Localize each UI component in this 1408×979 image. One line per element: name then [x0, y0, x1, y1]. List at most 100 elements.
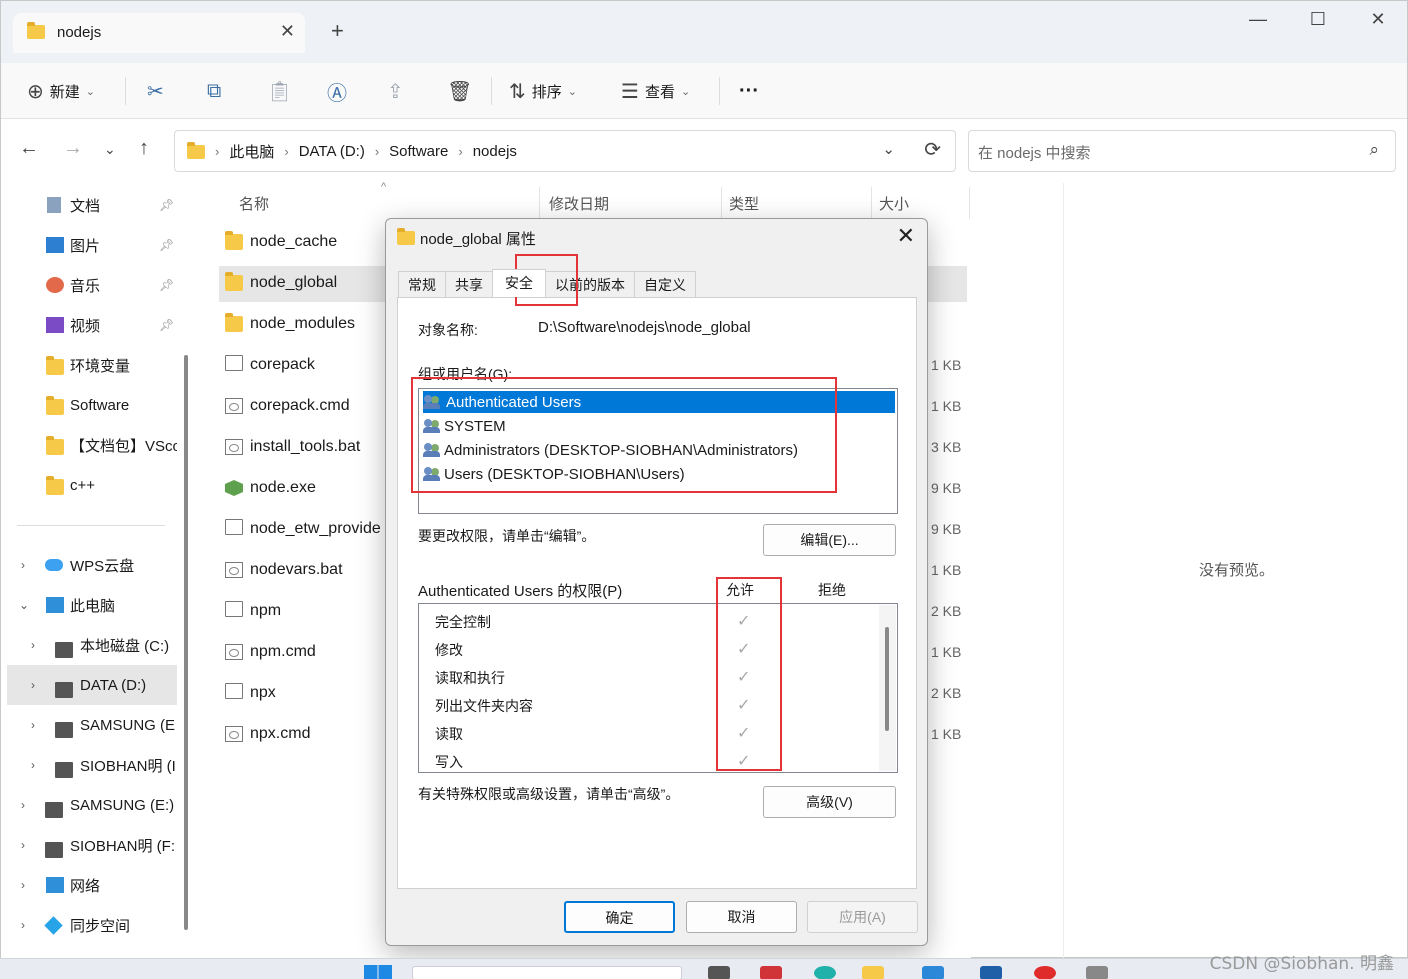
recent-chevron-icon[interactable]: ⌄	[104, 141, 116, 158]
tab-general[interactable]: 常规	[398, 271, 446, 297]
up-arrow-icon[interactable]: ↑	[139, 137, 149, 160]
view-button[interactable]: ☰ 查看 ⌄	[621, 75, 690, 107]
refresh-icon[interactable]: ⟳	[924, 137, 941, 162]
breadcrumb-item[interactable]: nodejs	[473, 143, 517, 160]
folder-icon	[225, 272, 243, 291]
column-header-size[interactable]: 大小	[879, 193, 909, 214]
sidebar-item-samsung-e[interactable]: › SAMSUNG (E:)	[1, 785, 177, 825]
address-dropdown-icon[interactable]: ⌄	[882, 140, 895, 158]
breadcrumb-item[interactable]: 此电脑	[229, 141, 274, 162]
file-size: 2 KB	[931, 603, 962, 619]
breadcrumb-item[interactable]: DATA (D:)	[299, 143, 365, 160]
copy-button[interactable]: ⧉	[207, 75, 221, 107]
tab-security[interactable]: 安全	[492, 269, 546, 297]
sidebar-scrollbar[interactable]	[184, 355, 188, 930]
chevron-right-icon[interactable]: ›	[21, 798, 25, 812]
taskbar-app-icon[interactable]	[760, 966, 782, 979]
chevron-right-icon[interactable]: ›	[21, 558, 25, 572]
sidebar-item-pictures[interactable]: 图片 📌︎	[1, 225, 177, 265]
sidebar-item-this-pc[interactable]: ⌄ 此电脑	[1, 585, 177, 625]
new-button[interactable]: ⊕ 新建 ⌄	[27, 75, 95, 107]
file-size: 3 KB	[931, 439, 962, 455]
column-divider	[969, 187, 970, 219]
tab-nodejs[interactable]: nodejs ✕	[13, 13, 305, 53]
sidebar-item-software[interactable]: Software	[1, 385, 177, 425]
chevron-right-icon[interactable]: ›	[21, 918, 25, 932]
sidebar-item-drive-c[interactable]: › 本地磁盘 (C:)	[1, 625, 177, 665]
taskbar-app-icon[interactable]	[922, 966, 944, 979]
address-bar[interactable]: › 此电脑 › DATA (D:) › Software › nodejs ⌄ …	[174, 130, 956, 172]
sidebar-item-sync-space[interactable]: › 同步空间	[1, 905, 177, 945]
column-header-name[interactable]: 名称	[239, 193, 269, 214]
more-options-button[interactable]: ···	[739, 75, 759, 107]
delete-button[interactable]: 🗑︎	[447, 75, 472, 107]
tab-close-icon[interactable]: ✕	[280, 21, 295, 42]
sidebar-item-drive-d[interactable]: › DATA (D:)	[7, 665, 177, 705]
forward-arrow-icon[interactable]: →	[63, 137, 83, 160]
chevron-right-icon[interactable]: ›	[31, 678, 35, 692]
tab-customize[interactable]: 自定义	[634, 271, 696, 297]
share-button[interactable]: ⇪	[387, 75, 404, 107]
taskbar-explorer-icon[interactable]	[862, 966, 884, 979]
chevron-right-icon[interactable]: ›	[31, 638, 35, 652]
sidebar-item-label: 文档	[70, 197, 101, 215]
sidebar-item-doc-pack[interactable]: 【文档包】VSco	[1, 425, 177, 465]
sidebar-item-siobhan-sub[interactable]: › SIOBHAN明 (I	[1, 745, 177, 785]
sidebar-item-music[interactable]: 音乐 📌︎	[1, 265, 177, 305]
taskbar-search[interactable]	[412, 966, 682, 979]
sidebar-item-wps-cloud[interactable]: › WPS云盘	[1, 545, 177, 585]
new-tab-button[interactable]: +	[331, 18, 344, 44]
sidebar-item-videos[interactable]: 视频 📌︎	[1, 305, 177, 345]
edit-button[interactable]: 编辑(E)...	[763, 524, 896, 556]
back-arrow-icon[interactable]: ←	[19, 137, 39, 160]
permission-name: 写入	[435, 754, 463, 770]
taskbar-app-icon[interactable]	[1034, 966, 1056, 979]
windows-start-icon[interactable]	[364, 965, 392, 979]
chevron-right-icon[interactable]: ›	[31, 718, 35, 732]
column-header-type[interactable]: 类型	[729, 193, 759, 214]
sidebar-item-label: SIOBHAN明 (F:	[70, 837, 176, 855]
script-file-icon	[225, 439, 243, 455]
close-window-button[interactable]: ✕	[1358, 9, 1398, 30]
sidebar-item-env-vars[interactable]: 环境变量	[1, 345, 177, 385]
chevron-down-icon[interactable]: ⌄	[19, 598, 29, 612]
folder-icon	[397, 228, 415, 245]
annotation-box-groups	[411, 377, 837, 493]
sort-button[interactable]: ⇅ 排序 ⌄	[509, 75, 577, 107]
tab-sharing[interactable]: 共享	[445, 271, 493, 297]
dialog-close-icon[interactable]: ✕	[897, 223, 915, 249]
chevron-right-icon[interactable]: ›	[21, 878, 25, 892]
taskbar-app-icon[interactable]	[708, 966, 730, 979]
apply-button[interactable]: 应用(A)	[807, 901, 918, 933]
chevron-right-icon[interactable]: ›	[21, 838, 25, 852]
sidebar-item-cpp[interactable]: c++	[1, 465, 177, 505]
ok-button[interactable]: 确定	[564, 901, 675, 933]
maximize-button[interactable]: ☐	[1298, 9, 1338, 30]
file-size: 1 KB	[931, 357, 962, 373]
taskbar-app-icon[interactable]	[980, 966, 1002, 979]
sidebar-item-documents[interactable]: 文档 📌︎	[1, 185, 177, 225]
sidebar-item-siobhan-f[interactable]: › SIOBHAN明 (F:	[1, 825, 177, 865]
sidebar-item-samsung-sub[interactable]: › SAMSUNG (E	[1, 705, 177, 745]
cut-button[interactable]: ✂	[147, 75, 164, 107]
search-box[interactable]: 在 nodejs 中搜索 ⌕	[968, 130, 1396, 172]
search-placeholder: 在 nodejs 中搜索	[978, 145, 1091, 162]
advanced-button[interactable]: 高级(V)	[763, 786, 896, 818]
chevron-right-icon[interactable]: ›	[31, 758, 35, 772]
object-name-label: 对象名称:	[418, 322, 478, 338]
pin-icon: 📌︎	[159, 318, 175, 332]
folder-icon	[46, 396, 64, 415]
taskbar-app-icon[interactable]	[814, 966, 836, 979]
sidebar-item-network[interactable]: › 网络	[1, 865, 177, 905]
minimize-button[interactable]: —	[1238, 9, 1278, 30]
paste-button[interactable]: 📋︎	[267, 75, 292, 107]
scrollbar-thumb[interactable]	[885, 627, 889, 731]
edit-hint-text: 要更改权限，请单击“编辑”。	[418, 528, 596, 544]
column-header-date[interactable]: 修改日期	[549, 193, 609, 214]
cancel-button[interactable]: 取消	[686, 901, 797, 933]
sidebar-item-label: DATA (D:)	[80, 676, 147, 694]
breadcrumb-item[interactable]: Software	[389, 143, 448, 160]
rename-button[interactable]: Ⓐ	[327, 75, 347, 107]
permissions-scrollbar[interactable]	[879, 605, 896, 771]
taskbar-app-icon[interactable]	[1086, 966, 1108, 979]
